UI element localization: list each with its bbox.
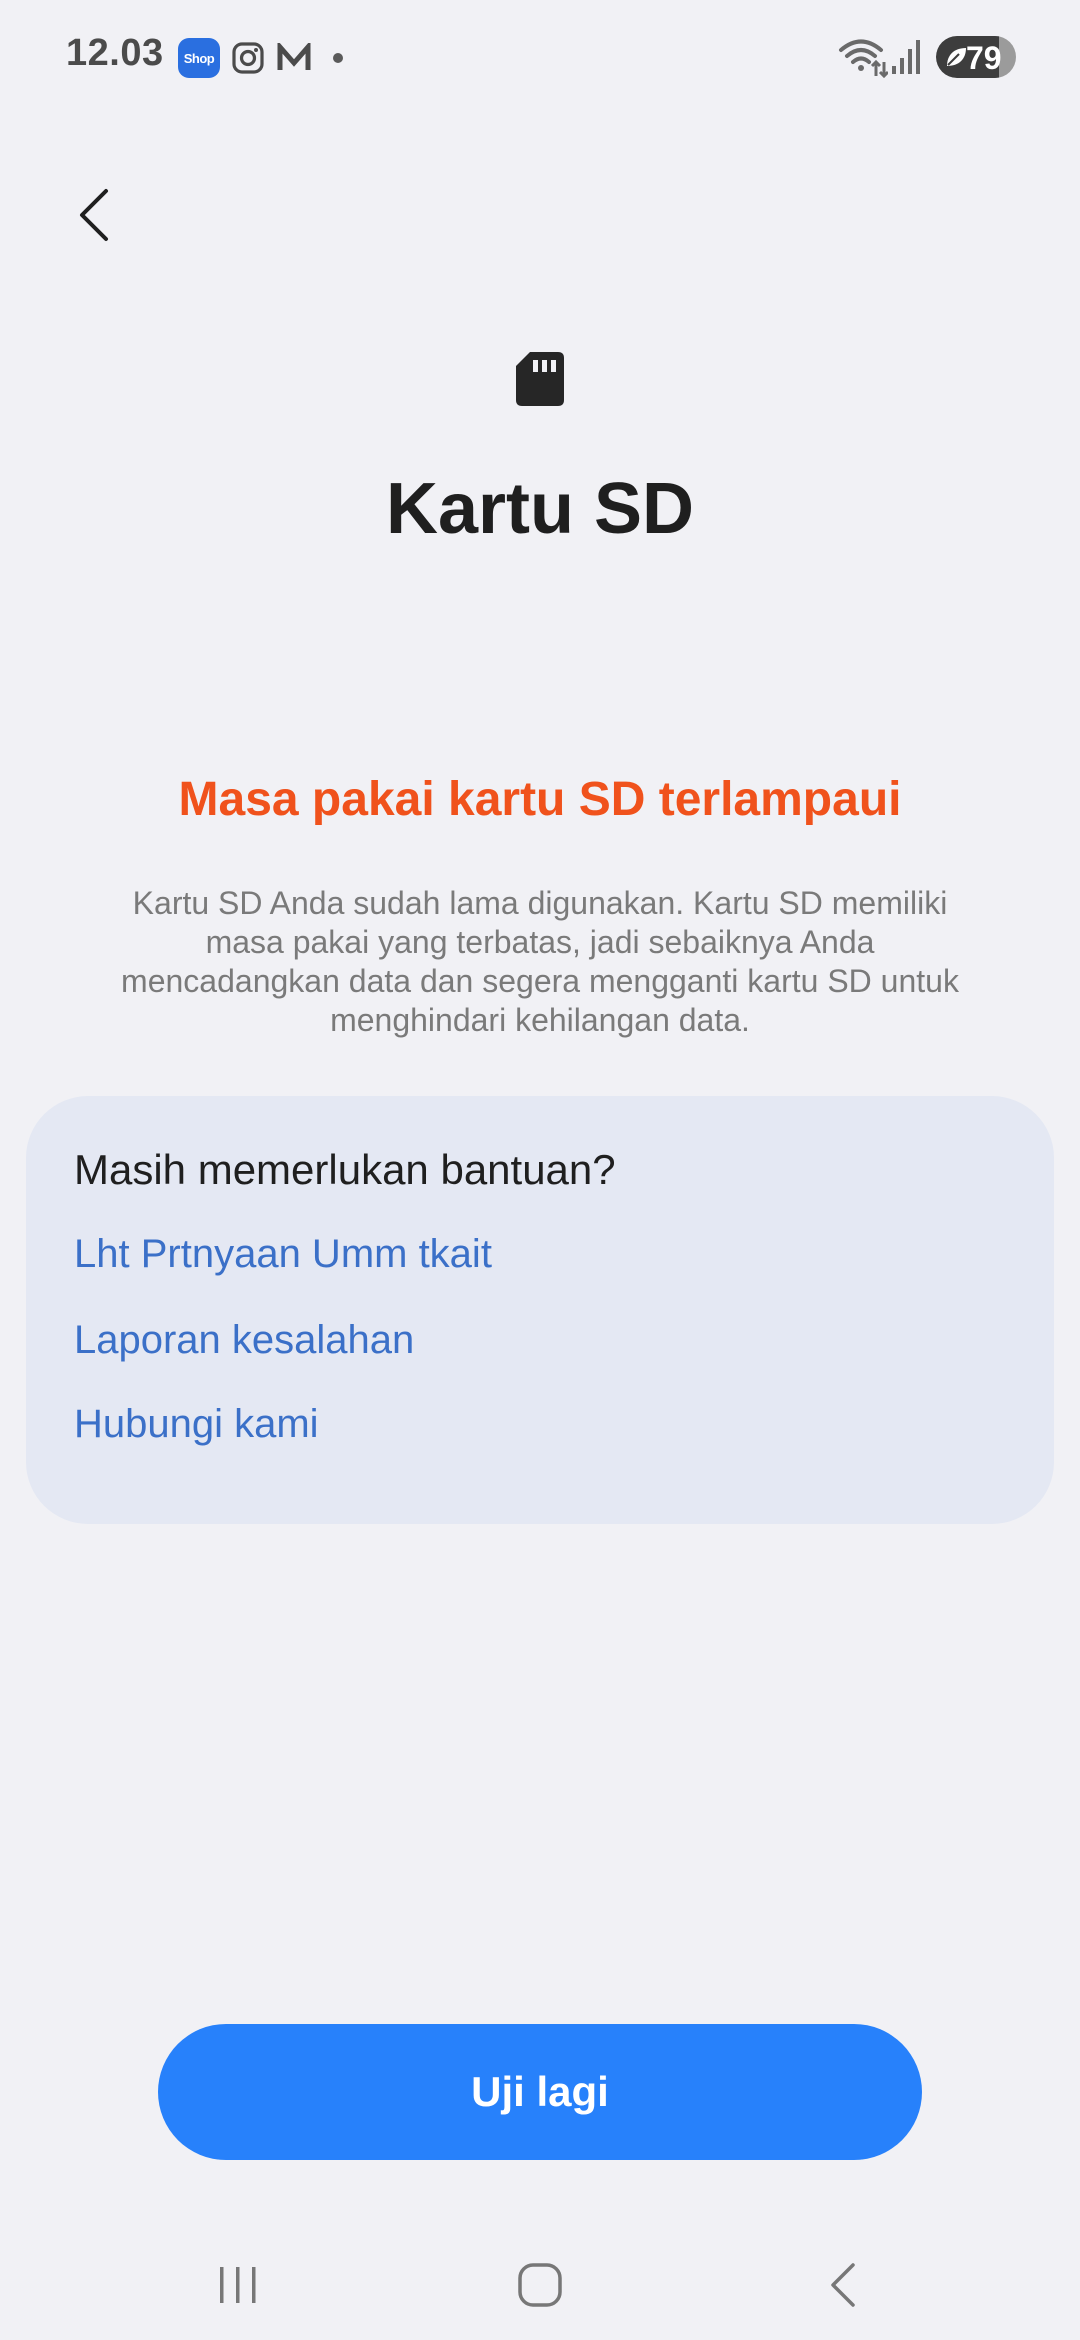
recents-button[interactable]	[178, 2240, 298, 2330]
status-bar: 12.03 Shop 79	[0, 0, 1080, 112]
battery-level: 79	[966, 40, 1002, 76]
battery-indicator: 79	[936, 36, 1016, 78]
instagram-icon	[228, 38, 268, 78]
sd-card-screen: 12.03 Shop 79 Kartu SD Masa pakai kartu …	[0, 0, 1080, 2340]
help-card: Masih memerlukan bantuan? Lht Prtnyaan U…	[26, 1096, 1054, 1524]
home-button[interactable]	[480, 2240, 600, 2330]
back-button[interactable]	[54, 170, 134, 260]
status-time: 12.03	[66, 32, 164, 74]
faq-link[interactable]: Lht Prtnyaan Umm tkait	[74, 1232, 492, 1277]
warning-title: Masa pakai kartu SD terlampaui	[178, 773, 902, 826]
recents-icon	[220, 2267, 256, 2303]
contact-us-link[interactable]: Hubungi kami	[74, 1402, 319, 1447]
back-icon	[831, 2263, 855, 2307]
system-back-button[interactable]	[782, 2240, 902, 2330]
navigation-bar	[0, 2220, 1080, 2340]
home-icon	[518, 2263, 562, 2307]
shop-icon-label: Shop	[183, 50, 215, 66]
warning-description: Kartu SD Anda sudah lama digunakan. Kart…	[121, 885, 959, 1038]
dot-icon	[328, 38, 348, 78]
wifi-icon	[838, 36, 890, 79]
help-heading: Masih memerlukan bantuan?	[74, 1146, 616, 1193]
signal-icon	[890, 36, 924, 76]
shop-icon: Shop	[178, 38, 220, 78]
medium-icon	[274, 38, 314, 78]
chevron-left-icon	[80, 189, 108, 241]
error-report-link[interactable]: Laporan kesalahan	[74, 1318, 414, 1363]
retry-button[interactable]: Uji lagi	[158, 2024, 922, 2160]
sd-card-icon	[514, 350, 566, 408]
page-title: Kartu SD	[385, 469, 695, 549]
leaf-icon	[944, 45, 968, 69]
